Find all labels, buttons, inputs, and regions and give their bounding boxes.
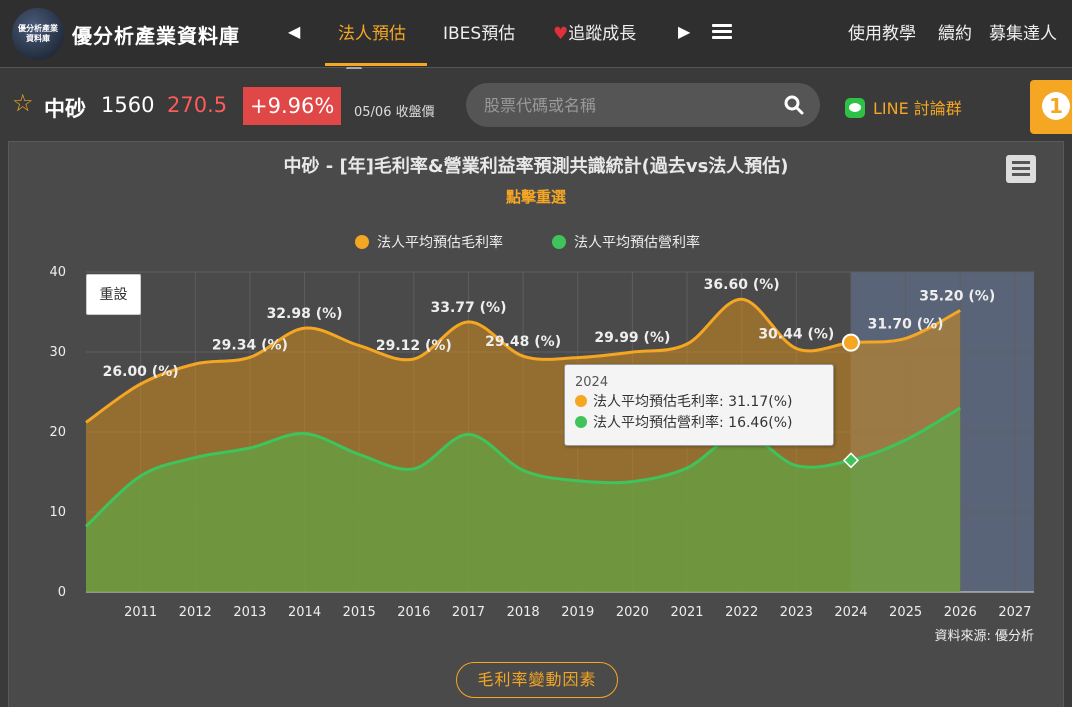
tooltip-operating-text: 法人平均預估營利率: 16.46(%) [593,415,793,431]
x-tick-label: 2019 [561,605,594,620]
tooltip-gross-text: 法人平均預估毛利率: 31.17(%) [593,394,793,410]
zoom-reset-button[interactable]: 重設 [86,274,141,315]
y-tick-label: 0 [58,585,66,600]
legend-label-gross: 法人平均預估毛利率 [377,234,503,251]
data-label: 29.12 (%) [376,338,452,354]
tooltip-year: 2024 [575,375,609,390]
x-tick-label: 2015 [343,605,376,620]
tooltip-dot-gross [575,395,587,407]
x-tick-label: 2026 [944,605,977,620]
x-tick-label: 2013 [233,605,266,620]
x-tick-label: 2012 [179,605,212,620]
y-tick-label: 10 [49,505,66,520]
data-label: 35.20 (%) [919,288,995,304]
y-tick-label: 40 [49,265,66,280]
chart-tooltip: 2024 法人平均預估毛利率: 31.17(%) 法人平均預估營利率: 16.4… [564,364,834,446]
data-label: 29.48 (%) [485,334,561,350]
x-tick-label: 2011 [124,605,157,620]
data-label: 29.99 (%) [594,330,670,346]
x-tick-label: 2023 [780,605,813,620]
x-tick-label: 2020 [616,605,649,620]
x-tick-label: 2024 [834,605,867,620]
legend-marker-operating [552,235,566,249]
x-tick-label: 2025 [889,605,922,620]
tooltip-row-operating: 法人平均預估營利率: 16.46(%) [575,413,823,434]
x-tick-label: 2022 [725,605,758,620]
highlight-point-gross [841,333,860,352]
data-source-note: 資料來源: 優分析 [934,629,1034,644]
x-tick-label: 2018 [507,605,540,620]
x-tick-label: 2014 [288,605,321,620]
tooltip-dot-operating [575,416,587,428]
x-tick-label: 2017 [452,605,485,620]
data-label: 32.98 (%) [267,306,343,322]
data-label: 36.60 (%) [704,277,780,293]
data-label: 29.34 (%) [212,337,288,353]
x-tick-label: 2021 [670,605,703,620]
x-tick-label: 2027 [998,605,1031,620]
legend-label-operating: 法人平均預估營利率 [574,234,700,251]
data-label: 26.00 (%) [103,364,179,380]
y-tick-label: 20 [49,425,66,440]
tooltip-row-gross: 法人平均預估毛利率: 31.17(%) [575,392,823,413]
margin-factor-button[interactable]: 毛利率變動因素 [456,662,618,698]
legend-marker-gross [355,235,369,249]
margin-chart: 0 10 20 30 40 2011 2012 2013 2014 2015 2016 2017 201… [49,234,1034,620]
data-label: 31.70 (%) [868,316,944,332]
data-label: 33.77 (%) [430,300,506,316]
x-tick-label: 2016 [397,605,430,620]
data-label: 30.44 (%) [758,326,834,342]
y-tick-label: 30 [49,345,66,360]
